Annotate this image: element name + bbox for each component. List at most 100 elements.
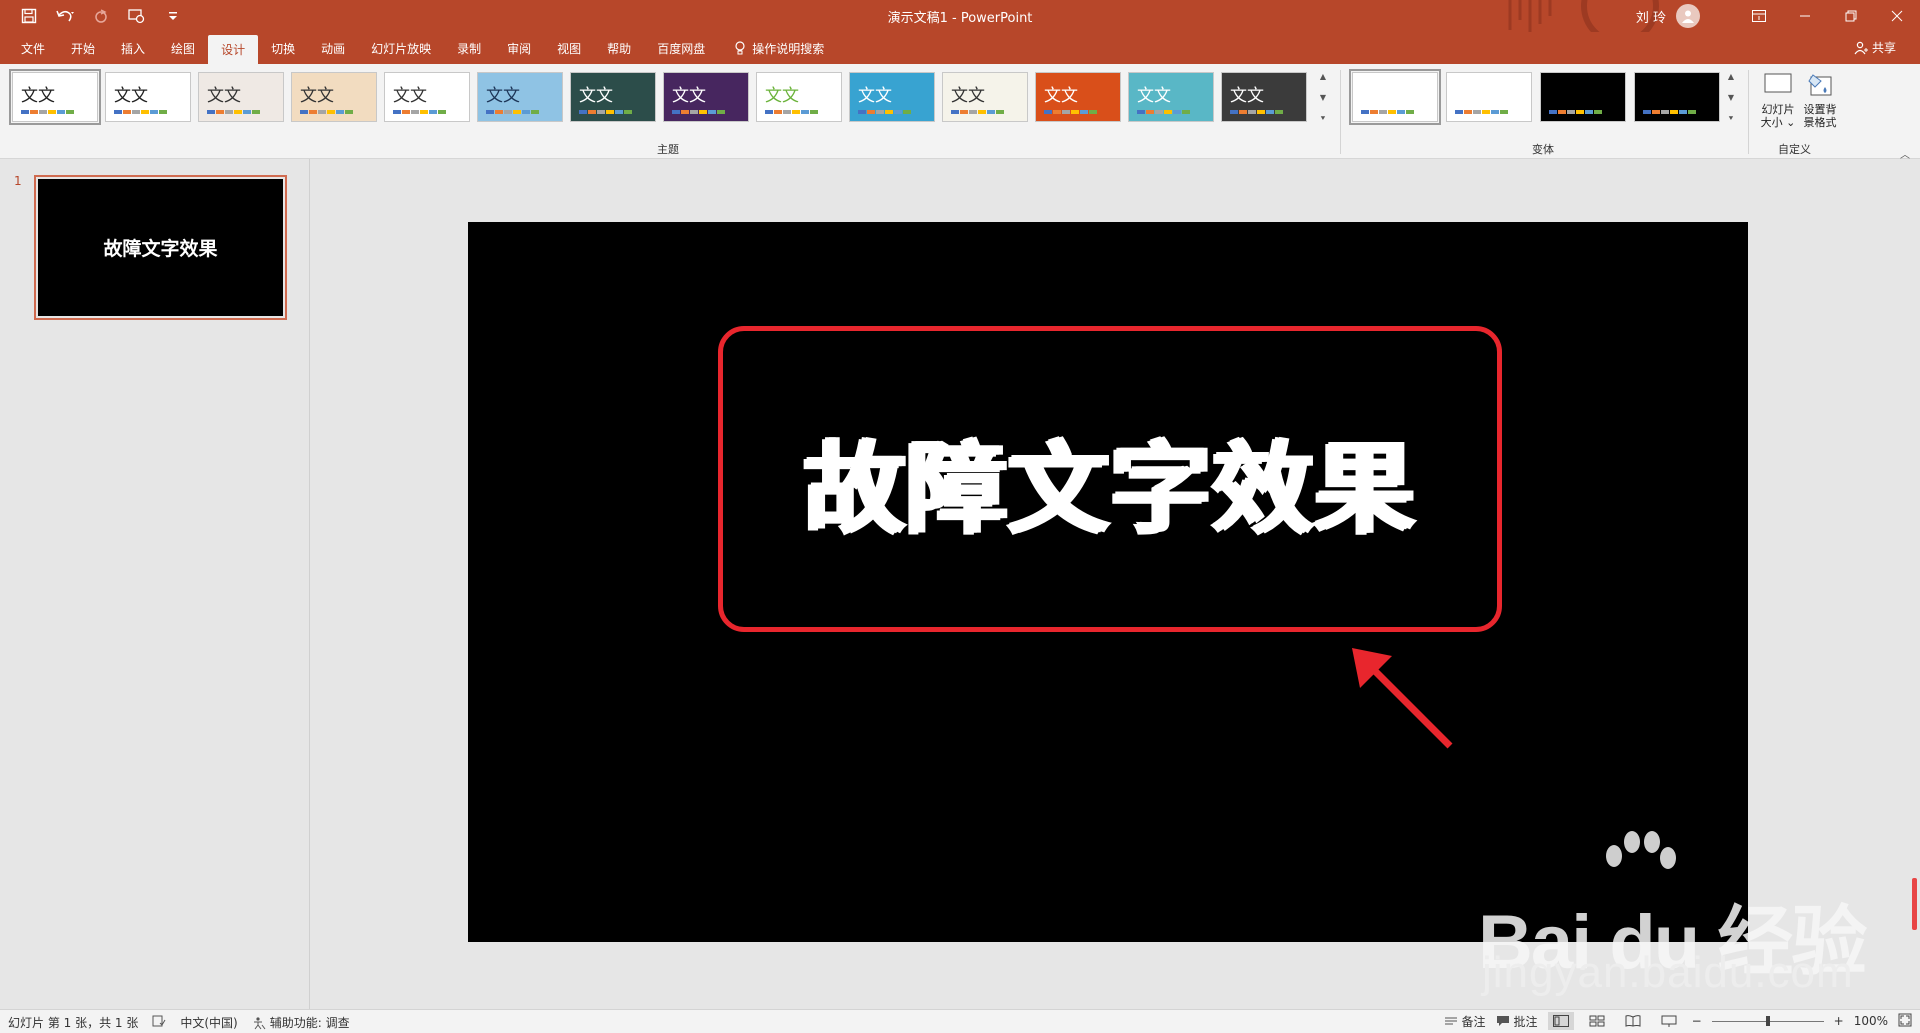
avatar[interactable] (1676, 4, 1700, 28)
red-highlight-box (718, 326, 1502, 632)
window-controls (1736, 0, 1920, 32)
ribbon-design: 文文 文文 文文 文文 文文 文文 文文 文文 文文 文文 文文 文文 文文 文文 ▲ ▼ ⯆ 主题 ▲ … (0, 64, 1920, 161)
zoom-slider-knob[interactable] (1765, 1016, 1770, 1026)
theme-thumbnail[interactable]: 文文 (477, 72, 563, 122)
variants-gallery-scroll[interactable]: ▲ ▼ ⯆ (1724, 72, 1738, 124)
theme-thumbnail[interactable]: 文文 (291, 72, 377, 122)
slide-sorter-icon (1589, 1015, 1605, 1027)
group-separator (1748, 70, 1749, 154)
zoom-in-button[interactable]: + (1834, 1014, 1844, 1028)
collapse-ribbon-icon[interactable]: ︿ (1900, 146, 1910, 161)
slide-sorter-button[interactable] (1584, 1012, 1610, 1030)
comments-button[interactable]: 批注 (1496, 1013, 1538, 1030)
theme-thumbnail[interactable]: 文文 (942, 72, 1028, 122)
variants-up-icon[interactable]: ▲ (1728, 72, 1734, 81)
slide-counter[interactable]: 幻灯片 第 1 张，共 1 张 (8, 1014, 138, 1031)
tell-me-search[interactable]: 操作说明搜索 (718, 32, 837, 64)
touch-mode-icon[interactable] (126, 6, 148, 26)
theme-thumbnail[interactable]: 文文 (384, 72, 470, 122)
normal-view-button[interactable] (1547, 1012, 1574, 1030)
user-icon (1682, 10, 1694, 23)
zoom-slider[interactable] (1711, 1013, 1824, 1029)
theme-color-swatches (1230, 110, 1284, 114)
vertical-scrollbar-thumb[interactable] (1912, 878, 1917, 930)
theme-color-swatches (1044, 110, 1098, 114)
zoom-level[interactable]: 100% (1854, 1014, 1888, 1028)
language-status[interactable]: 中文(中国) (180, 1014, 237, 1031)
theme-label: 文文 (858, 86, 892, 106)
save-icon[interactable] (18, 6, 40, 26)
tab-6[interactable]: 动画 (308, 32, 358, 64)
theme-thumbnail[interactable]: 文文 (1221, 72, 1307, 122)
close-icon[interactable] (1874, 0, 1920, 32)
variants-down-icon[interactable]: ▼ (1728, 93, 1734, 102)
theme-thumbnail[interactable]: 文文 (570, 72, 656, 122)
slide-number: 1 (14, 174, 22, 188)
ribbon-tabs: 文件 开始 插入 绘图 设计 切换 动画 幻灯片放映 录制 审阅 视图 帮助 百度网盘 操作说明搜索 (8, 32, 837, 64)
theme-thumbnail[interactable]: 文文 (849, 72, 935, 122)
account-area[interactable]: 刘 玲 (1636, 4, 1700, 28)
slide-size-label-1: 幻灯片 (1761, 103, 1795, 116)
theme-color-swatches (393, 110, 447, 114)
theme-thumbnail[interactable]: 文文 (1128, 72, 1214, 122)
quick-access-toolbar (18, 6, 184, 26)
reading-view-icon (1625, 1015, 1641, 1027)
tab-4[interactable]: 设计 (208, 35, 259, 64)
minimize-icon[interactable] (1782, 0, 1828, 32)
format-background-label-2: 景格式 (1803, 116, 1837, 129)
tab-3[interactable]: 绘图 (158, 32, 208, 64)
notes-label: 备注 (1461, 1014, 1486, 1029)
tab-1[interactable]: 开始 (58, 32, 108, 64)
theme-thumbnail[interactable]: 文文 (663, 72, 749, 122)
tab-5[interactable]: 切换 (258, 32, 308, 64)
fit-to-window-icon[interactable] (1898, 1013, 1912, 1030)
gallery-up-icon[interactable]: ▲ (1320, 72, 1326, 81)
gallery-down-icon[interactable]: ▼ (1320, 93, 1326, 102)
tab-0[interactable]: 文件 (8, 32, 58, 64)
accessibility-status[interactable]: 辅助功能: 调查 (252, 1014, 350, 1031)
customize-qat-icon[interactable] (162, 6, 184, 26)
undo-icon[interactable] (54, 6, 76, 26)
variant-thumbnail[interactable] (1634, 72, 1720, 122)
theme-color-swatches (858, 110, 912, 114)
slide-thumbnail[interactable]: 故障文字效果 (34, 175, 287, 320)
share-person-icon (1854, 41, 1868, 54)
group-separator (1340, 70, 1341, 154)
variant-thumbnail[interactable] (1349, 69, 1441, 125)
themes-gallery-scroll[interactable]: ▲ ▼ ⯆ (1316, 72, 1330, 124)
theme-label: 文文 (579, 86, 613, 106)
variant-thumbnail[interactable] (1540, 72, 1626, 122)
notes-button[interactable]: 备注 (1444, 1013, 1486, 1030)
slideshow-button[interactable] (1656, 1012, 1682, 1030)
theme-thumbnail[interactable]: 文文 (1035, 72, 1121, 122)
status-bar: 幻灯片 第 1 张，共 1 张 中文(中国) 辅助功能: 调查 备注 批注 − … (0, 1009, 1920, 1033)
slide-size-button[interactable]: 幻灯片 大小 ⌄ (1756, 70, 1800, 129)
status-right: 备注 批注 − + 100% (1444, 1012, 1912, 1030)
redo-icon[interactable] (90, 6, 112, 26)
theme-thumbnail[interactable]: 文文 (756, 72, 842, 122)
variants-more-icon[interactable]: ⯆ (1728, 114, 1734, 124)
slide-size-icon (1763, 70, 1793, 100)
spellcheck-icon[interactable] (152, 1015, 166, 1030)
format-background-button[interactable]: 设置背 景格式 (1798, 70, 1842, 129)
variant-thumbnail[interactable] (1446, 72, 1532, 122)
theme-thumbnail[interactable]: 文文 (105, 72, 191, 122)
tab-10[interactable]: 视图 (544, 32, 594, 64)
reading-view-button[interactable] (1620, 1012, 1646, 1030)
ribbon-display-options-icon[interactable] (1736, 0, 1782, 32)
tab-2[interactable]: 插入 (108, 32, 158, 64)
tab-9[interactable]: 审阅 (494, 32, 544, 64)
tab-11[interactable]: 帮助 (594, 32, 644, 64)
theme-color-swatches (951, 110, 1005, 114)
red-arrow-annotation (1352, 648, 1453, 749)
gallery-more-icon[interactable]: ⯆ (1320, 114, 1326, 124)
tab-7[interactable]: 幻灯片放映 (358, 32, 444, 64)
theme-thumbnail[interactable]: 文文 (198, 72, 284, 122)
tab-8[interactable]: 录制 (444, 32, 494, 64)
zoom-out-button[interactable]: − (1692, 1014, 1702, 1028)
ribbon-tabs-bar: 文件 开始 插入 绘图 设计 切换 动画 幻灯片放映 录制 审阅 视图 帮助 百度网盘 操作说明搜索 共享 (0, 32, 1920, 64)
share-button[interactable]: 共享 (1854, 39, 1896, 56)
theme-thumbnail[interactable]: 文文 (9, 69, 101, 125)
tab-12[interactable]: 百度网盘 (644, 32, 718, 64)
restore-icon[interactable] (1828, 0, 1874, 32)
